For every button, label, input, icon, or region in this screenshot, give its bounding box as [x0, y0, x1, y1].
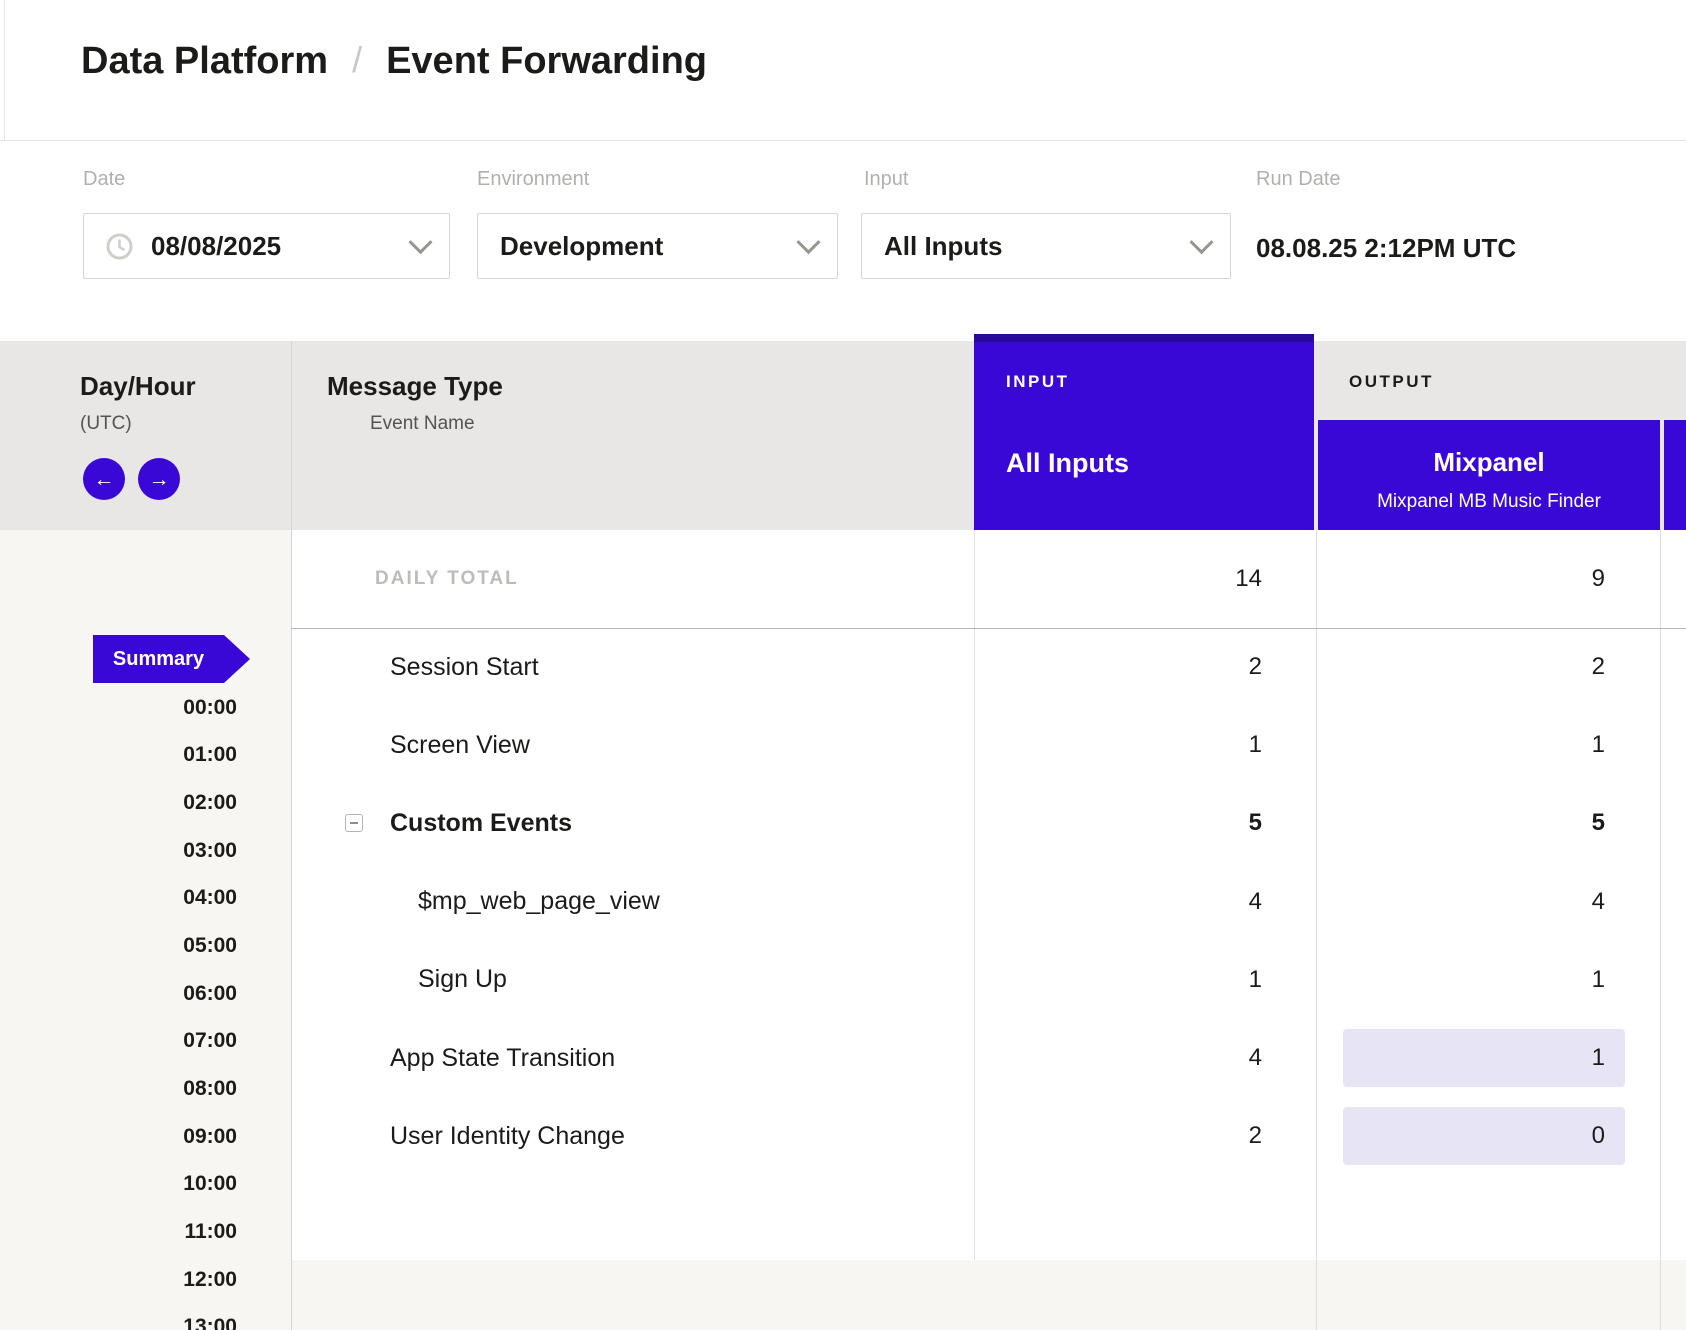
event-name-label: Custom Events [390, 784, 572, 862]
input-count-cell: 2 [974, 628, 1314, 706]
event-forwarding-page: Data Platform / Event Forwarding Date 08… [0, 0, 1686, 1330]
chevron-down-icon [1189, 230, 1213, 254]
output-column-subtitle: Mixpanel MB Music Finder [1377, 491, 1601, 513]
arrow-right-icon: → [149, 469, 170, 490]
output-count-cell: 1 [1316, 706, 1660, 784]
date-filter-value: 08/08/2025 [151, 231, 281, 262]
event-name-label: Screen View [390, 706, 530, 784]
output-count-cell: 2 [1316, 628, 1660, 706]
hour-row[interactable]: 02:00 [0, 779, 237, 827]
table-row: Custom Events 55 [291, 784, 1686, 862]
input-column-title: All Inputs [1006, 448, 1129, 479]
date-filter-dropdown[interactable]: 08/08/2025 [83, 213, 450, 279]
event-name-label: User Identity Change [390, 1097, 625, 1175]
event-name-label: Sign Up [418, 941, 507, 1019]
summary-tab-label: Summary [113, 648, 204, 671]
hour-row[interactable]: 11:00 [0, 1208, 237, 1256]
breadcrumb-separator: / [352, 39, 362, 81]
hour-row[interactable]: 12:00 [0, 1256, 237, 1304]
breadcrumb: Data Platform / Event Forwarding [81, 40, 707, 83]
run-date-value: 08.08.25 2:12PM UTC [1256, 233, 1516, 264]
table-row: User Identity Change 20 [291, 1097, 1686, 1175]
table-row: Session Start 22 [291, 628, 1686, 706]
output-section-label: OUTPUT [1349, 372, 1434, 392]
clock-icon [106, 233, 133, 260]
input-filter-dropdown[interactable]: All Inputs [861, 213, 1231, 279]
output-column-title: Mixpanel [1433, 447, 1544, 477]
date-filter-label: Date [83, 168, 125, 191]
hour-row[interactable]: 03:00 [0, 827, 237, 875]
event-name-label: App State Transition [390, 1019, 615, 1097]
environment-filter-label: Environment [477, 168, 589, 191]
event-name-subheader: Event Name [370, 413, 475, 435]
hour-row[interactable]: 08:00 [0, 1065, 237, 1113]
input-count-cell: 4 [974, 863, 1314, 941]
daily-total-output-cell: 9 [1316, 530, 1660, 628]
hour-row[interactable]: 13:00 [0, 1303, 237, 1330]
input-count-cell: 1 [974, 706, 1314, 784]
daily-total-input-cell: 14 [974, 530, 1314, 628]
daily-total-row: DAILY TOTAL 14 9 [291, 530, 1686, 628]
output-count-cell: 1 [1316, 1019, 1660, 1097]
chevron-down-icon [408, 230, 432, 254]
input-count-cell: 5 [974, 784, 1314, 862]
hour-row[interactable]: 00:00 [0, 684, 237, 732]
day-hour-utc-label: (UTC) [80, 413, 132, 435]
environment-filter-dropdown[interactable]: Development [477, 213, 838, 279]
arrow-left-icon: ← [94, 469, 115, 490]
output-count-cell: 1 [1316, 941, 1660, 1019]
chevron-down-icon [796, 230, 820, 254]
table-row: Sign Up 11 [291, 941, 1686, 1019]
collapse-toggle-icon[interactable] [345, 814, 363, 832]
input-filter-label: Input [864, 168, 908, 191]
table-row: Screen View 11 [291, 706, 1686, 784]
hour-row[interactable]: 09:00 [0, 1113, 237, 1161]
hour-row[interactable]: 06:00 [0, 970, 237, 1018]
hour-row[interactable]: 10:00 [0, 1160, 237, 1208]
output-count-cell: 0 [1316, 1097, 1660, 1175]
hour-row[interactable]: 05:00 [0, 922, 237, 970]
day-hour-header: Day/Hour [80, 371, 196, 402]
run-date-label: Run Date [1256, 168, 1341, 191]
input-count-cell: 4 [974, 1019, 1314, 1097]
next-output-column-sliver [1664, 420, 1686, 530]
input-count-cell: 2 [974, 1097, 1314, 1175]
hour-list: 00:0001:0002:0003:0004:0005:0006:0007:00… [0, 684, 237, 1330]
environment-filter-value: Development [500, 231, 663, 262]
highlight-box [1343, 1107, 1625, 1165]
event-name-label: $mp_web_page_view [418, 863, 660, 941]
hour-row[interactable]: 04:00 [0, 875, 237, 923]
hour-row[interactable]: 01:00 [0, 732, 237, 780]
table-row: $mp_web_page_view 44 [291, 863, 1686, 941]
next-day-button[interactable]: → [138, 458, 180, 500]
highlight-box [1343, 1029, 1625, 1087]
output-count-cell: 5 [1316, 784, 1660, 862]
summary-tab[interactable]: Summary [93, 635, 250, 683]
input-count-cell: 1 [974, 941, 1314, 1019]
hour-row[interactable]: 07:00 [0, 1017, 237, 1065]
page-title: Event Forwarding [386, 40, 707, 83]
table-row: App State Transition 41 [291, 1019, 1686, 1097]
message-type-header: Message Type [327, 371, 503, 402]
breadcrumb-section-link[interactable]: Data Platform [81, 40, 328, 83]
event-name-label: Session Start [390, 628, 539, 706]
daily-total-label: DAILY TOTAL [375, 530, 519, 628]
output-column-header[interactable]: Mixpanel Mixpanel MB Music Finder [1318, 420, 1660, 530]
prev-day-button[interactable]: ← [83, 458, 125, 500]
output-count-cell: 4 [1316, 863, 1660, 941]
input-section-label: INPUT [1006, 372, 1070, 392]
input-filter-value: All Inputs [884, 231, 1002, 262]
table-rows: Session Start22Screen View11Custom Event… [291, 628, 1686, 1175]
input-column-header[interactable] [974, 334, 1314, 530]
